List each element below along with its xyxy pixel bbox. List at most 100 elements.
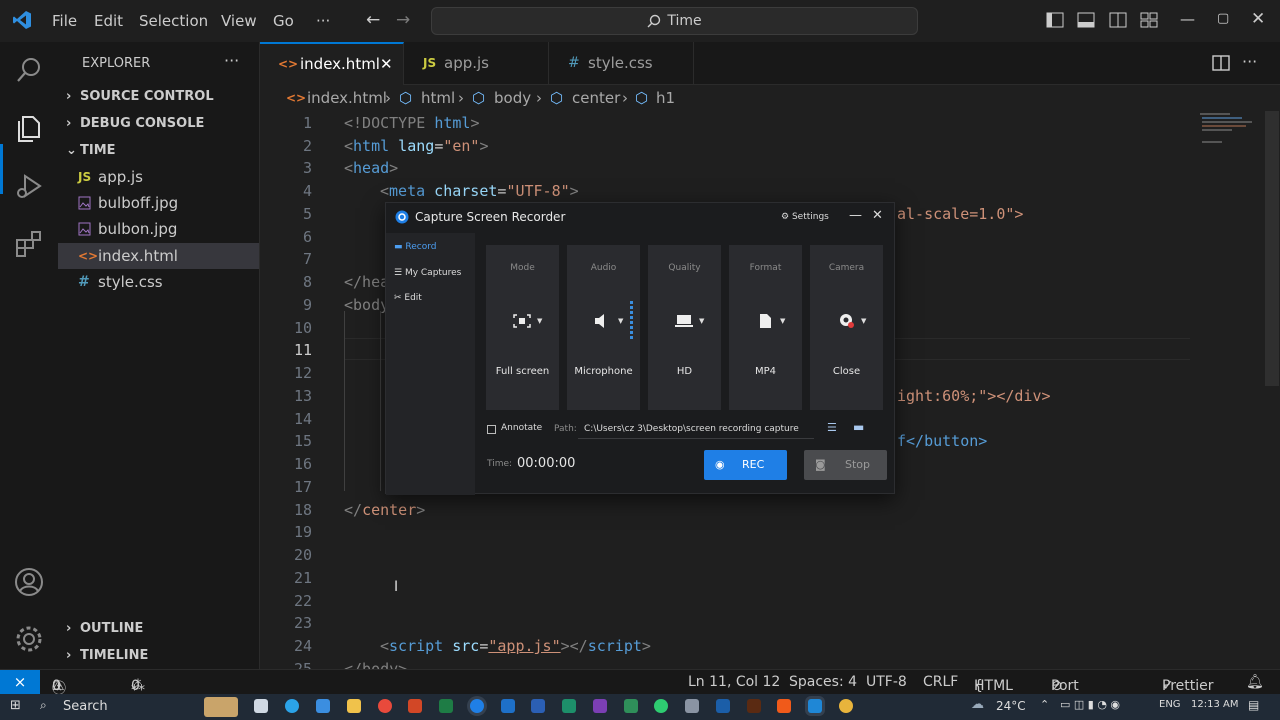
notifications-bell-icon[interactable]: 🔔︎ <box>1246 674 1264 690</box>
camera-card[interactable]: Camera ▼ Close <box>810 245 883 410</box>
onenote-icon[interactable] <box>593 699 607 713</box>
vscode-logo-icon[interactable] <box>12 10 32 30</box>
close-icon[interactable]: ✕ <box>872 208 883 223</box>
language-indicator[interactable]: ENG <box>1159 699 1181 710</box>
end-of-line[interactable]: CRLF <box>923 674 958 690</box>
menu-edit[interactable]: Edit <box>94 12 123 30</box>
powerpoint-icon[interactable] <box>408 699 422 713</box>
settings-button[interactable]: ⚙ Settings <box>781 212 829 222</box>
outlook-icon[interactable] <box>501 699 515 713</box>
chrome-canary-icon[interactable] <box>839 699 853 713</box>
section-timeline[interactable]: › TIMELINE <box>66 648 148 663</box>
tray-chevron-up-icon[interactable]: ⌃ <box>1040 698 1049 711</box>
account-icon[interactable] <box>13 566 45 598</box>
section-outline[interactable]: › OUTLINE <box>66 621 143 636</box>
breadcrumb-item[interactable]: h1 <box>656 89 675 107</box>
windows-start-icon[interactable]: ⊞ <box>10 698 21 713</box>
menu-file[interactable]: File <box>52 12 77 30</box>
command-center-search[interactable]: Time <box>431 7 918 35</box>
list-icon[interactable]: ☰ <box>827 421 837 434</box>
dropdown-caret-icon[interactable]: ▼ <box>537 317 542 325</box>
nav-edit[interactable]: ✂ Edit <box>394 293 422 303</box>
tab-index-html[interactable]: <> index.html ✕ <box>260 42 404 85</box>
minimize-icon[interactable]: — <box>849 208 862 223</box>
split-editor-icon[interactable] <box>1212 55 1230 71</box>
customize-layout-icon[interactable] <box>1140 12 1158 28</box>
screen-recorder-icon[interactable] <box>470 699 484 713</box>
file-item-app-js[interactable]: JS app.js <box>58 164 259 190</box>
menu-view[interactable]: View <box>221 12 257 30</box>
run-debug-icon[interactable] <box>13 170 45 202</box>
back-arrow-icon[interactable]: ← <box>366 10 380 30</box>
section-source-control[interactable]: › SOURCE CONTROL <box>66 89 214 104</box>
menu-more[interactable]: ··· <box>316 12 330 30</box>
whatsapp-icon[interactable] <box>654 699 668 713</box>
breadcrumb-item[interactable]: index.html <box>307 89 387 107</box>
rec-button[interactable]: ◉ REC <box>704 450 787 480</box>
edge-icon[interactable] <box>285 699 299 713</box>
photoshop-icon[interactable] <box>716 699 730 713</box>
taskbar-search[interactable]: Search <box>63 699 108 714</box>
app-icon[interactable] <box>685 699 699 713</box>
explorer-icon[interactable] <box>13 112 45 144</box>
minimize-icon[interactable]: — <box>1180 10 1195 28</box>
file-explorer-icon[interactable] <box>347 699 361 713</box>
search-icon[interactable] <box>13 54 45 86</box>
toggle-panel-icon[interactable] <box>1077 12 1095 28</box>
maximize-icon[interactable]: ▢ <box>1217 11 1229 26</box>
forward-arrow-icon[interactable]: → <box>396 10 410 30</box>
tray-icons[interactable]: ▭ ◫ ▮ ◔ ◉ <box>1060 698 1120 711</box>
dropdown-caret-icon[interactable]: ▼ <box>861 317 866 325</box>
editor-more-actions-icon[interactable]: ··· <box>1242 52 1257 71</box>
file-item-bulbon[interactable]: bulbon.jpg <box>58 216 259 242</box>
stop-button[interactable]: ◙ Stop <box>804 450 887 480</box>
widget-image[interactable] <box>204 697 238 717</box>
menu-go[interactable]: Go <box>273 12 294 30</box>
remote-indicator-icon[interactable]: ⨯ <box>0 670 40 695</box>
task-view-icon[interactable] <box>254 699 268 713</box>
format-card[interactable]: Format ▼ MP4 <box>729 245 802 410</box>
project-icon[interactable] <box>624 699 638 713</box>
mode-card[interactable]: Mode ▼ Full screen <box>486 245 559 410</box>
file-item-index-html[interactable]: <> index.html <box>58 243 259 269</box>
minimap[interactable] <box>1196 111 1266 151</box>
toggle-sidebar-icon[interactable] <box>1046 12 1064 28</box>
clock[interactable]: 12:13 AM <box>1191 699 1238 710</box>
section-time-folder[interactable]: ⌄ TIME <box>66 143 116 158</box>
publisher-icon[interactable] <box>562 699 576 713</box>
excel-icon[interactable] <box>439 699 453 713</box>
tab-style-css[interactable]: # style.css <box>549 42 694 85</box>
mail-icon[interactable] <box>316 699 330 713</box>
annotate-checkbox[interactable] <box>487 425 496 434</box>
word-icon[interactable] <box>531 699 545 713</box>
close-window-icon[interactable]: ✕ <box>1251 9 1265 29</box>
extensions-icon[interactable] <box>13 228 45 260</box>
breadcrumb-item[interactable]: body <box>494 89 531 107</box>
illustrator-icon[interactable] <box>747 699 761 713</box>
settings-gear-icon[interactable] <box>13 623 45 655</box>
nav-my-captures[interactable]: ☰ My Captures <box>394 268 461 278</box>
notification-center-icon[interactable]: ▤ <box>1248 698 1259 712</box>
dropdown-caret-icon[interactable]: ▼ <box>618 317 623 325</box>
folder-icon[interactable]: ▬ <box>853 420 864 434</box>
weather-temp[interactable]: 24°C <box>996 699 1026 713</box>
file-item-style-css[interactable]: # style.css <box>58 269 259 295</box>
nav-record[interactable]: ▬ Record <box>394 242 436 252</box>
more-actions-icon[interactable]: ··· <box>224 51 239 70</box>
dropdown-caret-icon[interactable]: ▼ <box>699 317 704 325</box>
vertical-scrollbar-thumb[interactable] <box>1265 111 1279 386</box>
toggle-secondary-sidebar-icon[interactable] <box>1109 12 1127 28</box>
breadcrumb-item[interactable]: center <box>572 89 620 107</box>
brave-icon[interactable] <box>777 699 791 713</box>
path-input[interactable]: C:\Users\cz 3\Desktop\screen recording c… <box>578 419 814 439</box>
close-tab-icon[interactable]: ✕ <box>380 44 393 84</box>
tab-app-js[interactable]: JS app.js <box>404 42 549 85</box>
vscode-icon[interactable] <box>808 699 822 713</box>
indentation[interactable]: Spaces: 4 <box>789 674 857 690</box>
audio-card[interactable]: Audio ▼ Microphone <box>567 245 640 410</box>
quality-card[interactable]: Quality ▼ HD <box>648 245 721 410</box>
cursor-position[interactable]: Ln 11, Col 12 <box>688 674 780 690</box>
menu-selection[interactable]: Selection <box>139 12 208 30</box>
dropdown-caret-icon[interactable]: ▼ <box>780 317 785 325</box>
section-debug-console[interactable]: › DEBUG CONSOLE <box>66 116 204 131</box>
